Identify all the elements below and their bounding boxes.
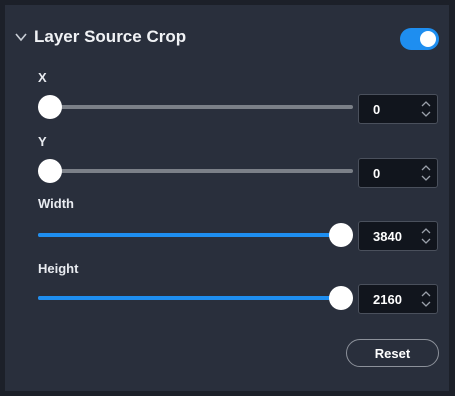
y-label: Y [38,134,47,149]
slider-fill [38,296,341,300]
x-slider[interactable] [38,94,353,120]
width-slider[interactable] [38,222,353,248]
slider-thumb[interactable] [38,159,62,183]
x-value: 0 [373,102,381,117]
toggle-knob [420,31,436,47]
height-value: 2160 [373,292,402,307]
reset-button[interactable]: Reset [346,339,439,367]
crop-enabled-toggle[interactable] [400,28,439,50]
slider-thumb[interactable] [329,223,353,247]
slider-track [38,105,353,109]
y-slider[interactable] [38,158,353,184]
section-title: Layer Source Crop [34,27,187,46]
width-spinbox[interactable]: 3840 [358,221,438,251]
spin-arrows-icon[interactable] [421,290,431,308]
height-slider[interactable] [38,285,353,311]
x-spinbox[interactable]: 0 [358,94,438,124]
width-label: Width [38,196,74,211]
spin-arrows-icon[interactable] [421,100,431,118]
height-label: Height [38,261,79,276]
width-value: 3840 [373,229,402,244]
y-spinbox[interactable]: 0 [358,158,438,188]
slider-fill [38,233,341,237]
x-label: X [38,70,47,85]
layer-source-crop-panel: Layer Source Crop X 0 Y 0 Width 3840 Hei… [5,5,449,391]
section-header[interactable]: Layer Source Crop [5,27,449,57]
spin-arrows-icon[interactable] [421,227,431,245]
slider-thumb[interactable] [38,95,62,119]
height-spinbox[interactable]: 2160 [358,284,438,314]
slider-track [38,169,353,173]
y-value: 0 [373,166,381,181]
spin-arrows-icon[interactable] [421,164,431,182]
chevron-down-icon[interactable] [14,30,28,44]
slider-thumb[interactable] [329,286,353,310]
